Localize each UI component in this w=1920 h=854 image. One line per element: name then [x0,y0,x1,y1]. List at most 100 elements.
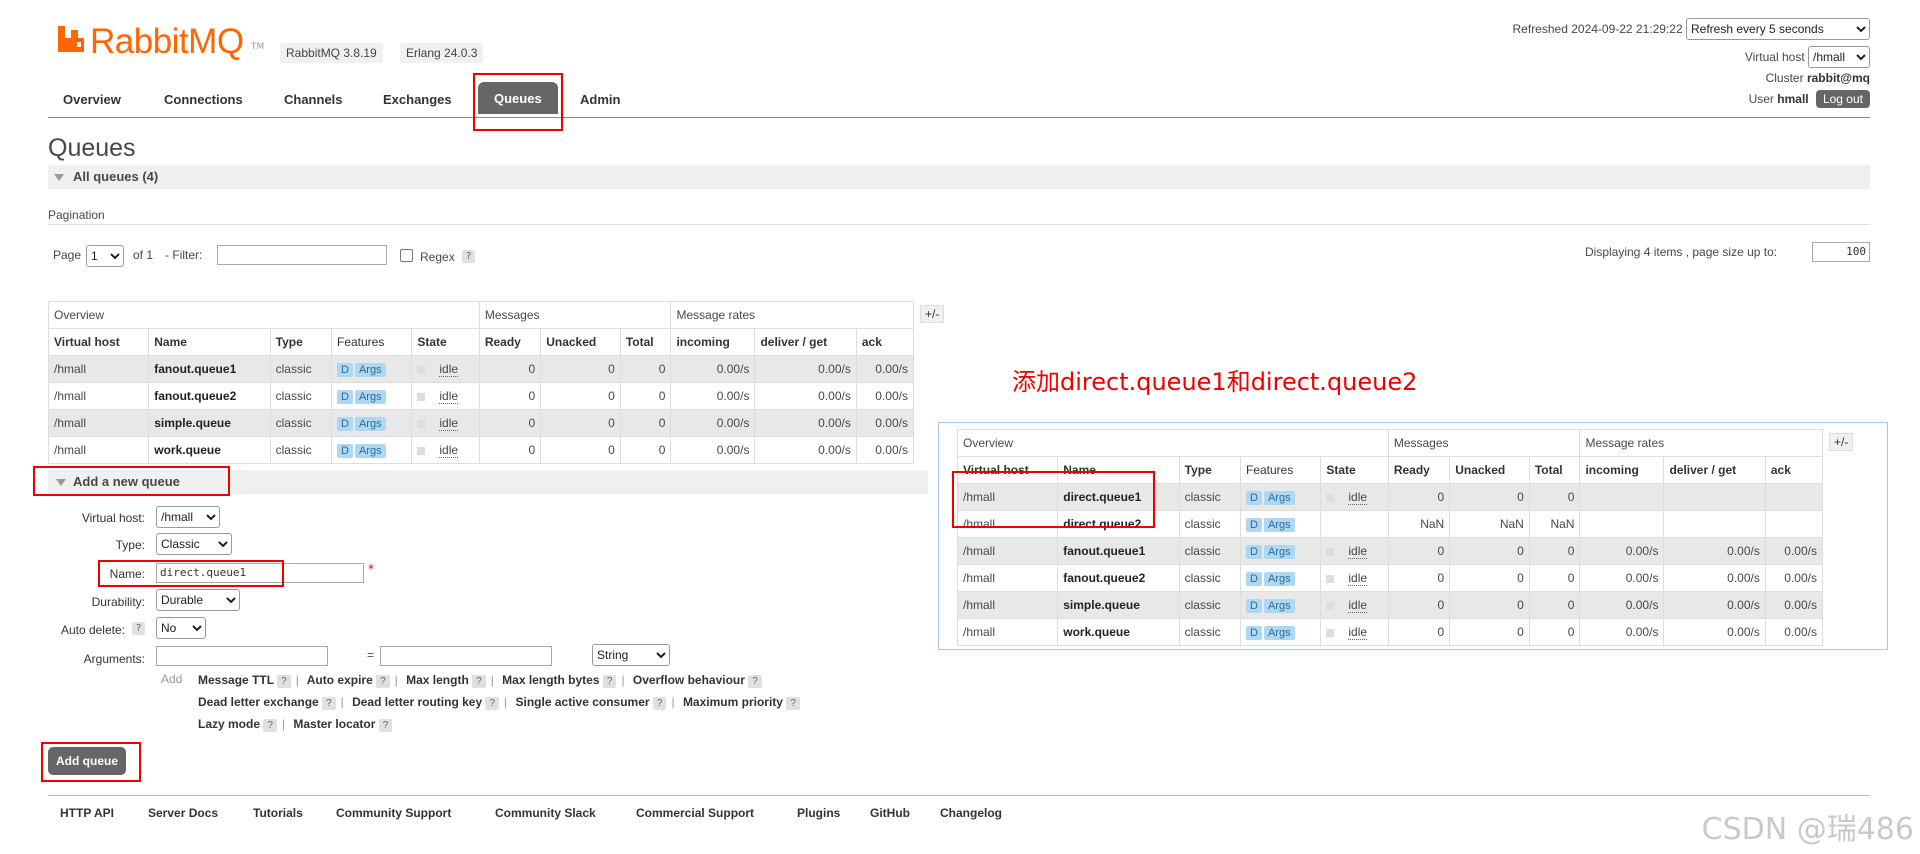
col-ready[interactable]: Ready [478,328,542,356]
col-deliver-get[interactable]: deliver / get [1663,456,1766,484]
durability-field-select[interactable]: Durable [156,589,240,611]
arg-single-active-consumer-link[interactable]: Single active consumer [516,695,650,709]
arg-overflow-behaviour-link[interactable]: Overflow behaviour [633,673,745,687]
type-field-select[interactable]: Classic [156,533,232,555]
cell-deliver: 0.00/s [1663,591,1766,619]
cell-state: idle [411,436,480,464]
footer-plugins-link[interactable]: Plugins [797,806,840,820]
cell-type: classic [1178,537,1242,565]
col-virtual-host[interactable]: Virtual host [47,328,150,356]
col-total[interactable]: Total [619,328,672,356]
arg-max-length-link[interactable]: Max length [406,673,469,687]
cell-unacked: 0 [1449,537,1530,565]
auto-delete-help-icon[interactable]: ? [132,622,146,635]
queue-name-link[interactable]: fanout.queue1 [148,355,271,383]
footer-http-api-link[interactable]: HTTP API [60,806,114,820]
tab-overview[interactable]: Overview [63,92,121,107]
table-row[interactable]: /hmall fanout.queue2 classic D Args idle … [956,564,1824,592]
table-row[interactable]: /hmall fanout.queue1 classic D Args idle … [47,355,915,383]
cell-type: classic [1178,618,1242,646]
footer-tutorials-link[interactable]: Tutorials [253,806,303,820]
queue-name-link[interactable]: fanout.queue2 [148,382,271,410]
arg-max-length-bytes-link[interactable]: Max length bytes [502,673,599,687]
arg-lazy-mode-link[interactable]: Lazy mode [198,717,260,731]
arg-message-ttl-link[interactable]: Message TTL [198,673,274,687]
vhost-field-select[interactable]: /hmall [156,506,220,528]
regex-help-icon[interactable]: ? [462,250,476,263]
all-queues-section-toggle[interactable]: All queues (4) [48,165,1870,189]
col-incoming[interactable]: incoming [1579,456,1665,484]
col-state[interactable]: State [1320,456,1389,484]
col-ack[interactable]: ack [855,328,915,356]
queues-tab-highlight [473,73,563,131]
arg-auto-expire-link[interactable]: Auto expire [307,673,373,687]
footer-changelog-link[interactable]: Changelog [940,806,1002,820]
help-icon[interactable]: ? [786,697,800,710]
tab-admin[interactable]: Admin [580,92,620,107]
queue-name-link[interactable]: simple.queue [1057,591,1180,619]
col-unacked[interactable]: Unacked [540,328,621,356]
table-row[interactable]: /hmall work.queue classic D Args idle 0 0… [956,618,1824,646]
help-icon[interactable]: ? [378,719,393,732]
cell-ack: 0.00/s [855,355,915,383]
regex-checkbox[interactable] [400,249,413,262]
help-icon[interactable]: ? [472,675,486,688]
tab-connections[interactable]: Connections [164,92,243,107]
argument-value-input[interactable] [380,646,552,666]
col-ready[interactable]: Ready [1387,456,1451,484]
arg-dead-letter-routing-key-link[interactable]: Dead letter routing key [352,695,482,709]
queue-name-link[interactable]: simple.queue [148,409,271,437]
col-name[interactable]: Name [148,328,271,356]
argument-key-input[interactable] [156,646,328,666]
page-size-input[interactable]: 100 [1812,242,1870,262]
col-deliver-get[interactable]: deliver / get [754,328,857,356]
tab-exchanges[interactable]: Exchanges [383,92,452,107]
help-icon[interactable]: ? [602,675,617,688]
col-state[interactable]: State [411,328,480,356]
argument-type-select[interactable]: String [592,644,670,666]
table-row[interactable]: /hmall fanout.queue1 classic D Args idle … [956,537,1824,565]
arg-maximum-priority-link[interactable]: Maximum priority [683,695,783,709]
refresh-row: Refreshed 2024-09-22 21:29:22 Refresh ev… [1513,18,1870,40]
help-icon[interactable]: ? [485,697,500,710]
help-icon[interactable]: ? [376,675,390,688]
filter-input[interactable] [217,245,387,265]
footer-server-docs-link[interactable]: Server Docs [148,806,218,820]
refresh-interval-select[interactable]: Refresh every 5 seconds [1686,18,1870,40]
result-columns-toggle-button[interactable]: +/- [1829,433,1854,451]
arg-dead-letter-exchange-link[interactable]: Dead letter exchange [198,695,319,709]
col-total[interactable]: Total [1528,456,1581,484]
feature-args-badge: Args [1263,490,1295,505]
queue-name-link[interactable]: fanout.queue1 [1057,537,1180,565]
feature-durable-badge: D [1246,571,1262,586]
help-icon[interactable]: ? [652,697,667,710]
auto-delete-field-select[interactable]: No [156,617,206,639]
queue-name-link[interactable]: fanout.queue2 [1057,564,1180,592]
footer-community-support-link[interactable]: Community Support [336,806,451,820]
queue-name-link[interactable]: work.queue [1057,618,1180,646]
tab-channels[interactable]: Channels [284,92,343,107]
arg-master-locator-link[interactable]: Master locator [293,717,375,731]
table-row[interactable]: /hmall simple.queue classic D Args idle 0… [956,591,1824,619]
cell-deliver: 0.00/s [754,409,857,437]
footer-community-slack-link[interactable]: Community Slack [495,806,596,820]
table-row[interactable]: /hmall work.queue classic D Args idle 0 0… [47,436,915,464]
queue-name-link[interactable]: work.queue [148,436,271,464]
columns-toggle-button[interactable]: +/- [920,305,945,323]
table-row[interactable]: /hmall simple.queue classic D Args idle 0… [47,409,915,437]
vhost-select[interactable]: /hmall [1808,46,1870,68]
footer-commercial-support-link[interactable]: Commercial Support [636,806,754,820]
col-type[interactable]: Type [269,328,333,356]
page-select[interactable]: 1 [86,245,124,267]
help-icon[interactable]: ? [322,697,336,710]
table-row[interactable]: /hmall fanout.queue2 classic D Args idle … [47,382,915,410]
help-icon[interactable]: ? [748,675,762,688]
displaying-items-label: Displaying 4 items , page size up to: [1585,245,1778,259]
help-icon[interactable]: ? [263,719,277,732]
col-incoming[interactable]: incoming [670,328,756,356]
help-icon[interactable]: ? [277,675,291,688]
col-type[interactable]: Type [1178,456,1242,484]
col-unacked[interactable]: Unacked [1449,456,1530,484]
footer-github-link[interactable]: GitHub [870,806,910,820]
col-ack[interactable]: ack [1764,456,1824,484]
